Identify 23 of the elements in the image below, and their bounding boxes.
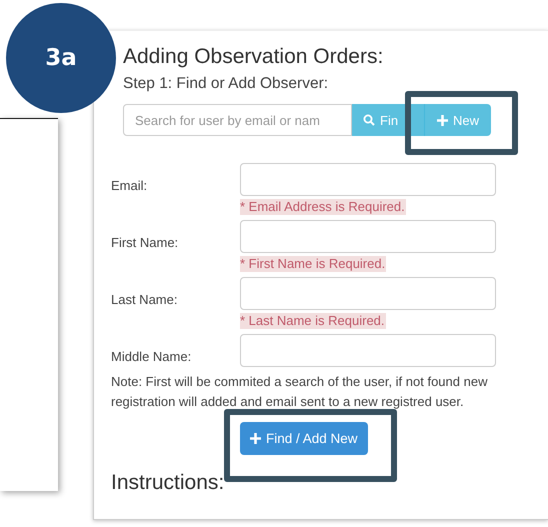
- field-label: First Name:: [111, 234, 180, 252]
- search-icon: [363, 114, 375, 126]
- error-message: * First Name is Required.: [240, 256, 386, 272]
- error-message: * Email Address is Required.: [240, 199, 406, 215]
- instructions-heading: Instructions:: [111, 471, 226, 495]
- field-label: Last Name:: [111, 291, 178, 309]
- step-badge: 3a: [6, 3, 116, 113]
- error-message: * Last Name is Required.: [240, 313, 386, 329]
- field-label: Middle Name:: [111, 348, 192, 366]
- find-add-new-button[interactable]: Find / Add New: [240, 422, 368, 455]
- input-field[interactable]: [240, 220, 496, 253]
- plus-icon: [250, 433, 261, 444]
- page-title: Adding Observation Orders:: [123, 45, 384, 69]
- input-field[interactable]: [240, 163, 496, 196]
- new-button[interactable]: New: [424, 104, 492, 136]
- note-text: Note: First will be commited a search of the user, if not found new registration will added and email sent to a new registred user.: [111, 373, 488, 411]
- plus-icon: [437, 114, 448, 126]
- step-heading: Step 1: Find or Add Observer:: [123, 75, 330, 93]
- field-label: Email:: [111, 177, 148, 195]
- find-button[interactable]: Fin: [352, 104, 424, 136]
- search-field[interactable]: Search for user by email or nam: [123, 104, 352, 136]
- input-field[interactable]: [240, 334, 496, 367]
- input-field[interactable]: [240, 277, 496, 310]
